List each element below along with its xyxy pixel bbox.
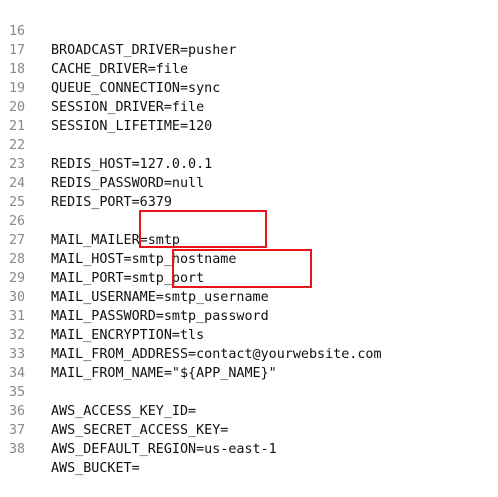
code-text[interactable]: MAIL_PASSWORD=smtp_password: [51, 307, 269, 326]
code-line-18[interactable]: 18 QUEUE_CONNECTION=sync: [0, 41, 220, 96]
code-line-28[interactable]: 28 MAIL_PORT=smtp_port: [0, 231, 204, 286]
code-line-31[interactable]: 31 MAIL_ENCRYPTION=tls: [0, 288, 204, 343]
code-line-25[interactable]: 25: [0, 174, 32, 210]
code-line-30[interactable]: 30 MAIL_PASSWORD=smtp_password: [0, 269, 269, 324]
code-line-36[interactable]: 36 AWS_SECRET_ACCESS_KEY=: [0, 383, 228, 438]
code-text[interactable]: QUEUE_CONNECTION=sync: [51, 79, 220, 98]
code-line-23[interactable]: 23 REDIS_PASSWORD=null: [0, 136, 204, 191]
line-number: 38: [9, 442, 26, 457]
code-line-34[interactable]: 34: [0, 345, 32, 381]
code-line-22[interactable]: 22 REDIS_HOST=127.0.0.1: [0, 117, 212, 172]
code-line-17[interactable]: 17 CACHE_DRIVER=file: [0, 22, 188, 77]
code-text[interactable]: REDIS_HOST=127.0.0.1: [51, 155, 212, 174]
code-line-32[interactable]: 32 MAIL_FROM_ADDRESS=contact@yourwebsite…: [0, 307, 382, 362]
code-text[interactable]: BROADCAST_DRIVER=pusher: [51, 41, 236, 60]
code-line-24[interactable]: 24 REDIS_PORT=6379: [0, 155, 172, 210]
code-line-20[interactable]: 20 SESSION_LIFETIME=120: [0, 79, 212, 134]
code-text[interactable]: REDIS_PASSWORD=null: [51, 174, 204, 193]
code-editor[interactable]: 16 BROADCAST_DRIVER=pusher 17 CACHE_DRIV…: [0, 0, 498, 476]
code-text[interactable]: SESSION_DRIVER=file: [51, 98, 204, 117]
highlight-box-username-password: [172, 249, 312, 288]
code-text[interactable]: MAIL_USERNAME=smtp_username: [51, 288, 269, 307]
code-text[interactable]: CACHE_DRIVER=file: [51, 60, 188, 79]
highlight-box-host-port: [139, 210, 267, 248]
code-line-26[interactable]: 26 MAIL_MAILER=smtp: [0, 193, 180, 248]
code-line-33[interactable]: 33 MAIL_FROM_NAME="${APP_NAME}": [0, 326, 277, 381]
code-text[interactable]: AWS_SECRET_ACCESS_KEY=: [51, 421, 228, 440]
code-line-38[interactable]: 38 AWS_BUCKET=: [0, 421, 140, 476]
code-text[interactable]: MAIL_FROM_NAME="${APP_NAME}": [51, 364, 277, 383]
code-line-29[interactable]: 29 MAIL_USERNAME=smtp_username: [0, 250, 269, 305]
code-text[interactable]: MAIL_FROM_ADDRESS=contact@yourwebsite.co…: [51, 345, 382, 364]
code-text[interactable]: AWS_ACCESS_KEY_ID=: [51, 402, 196, 421]
code-line-19[interactable]: 19 SESSION_DRIVER=file: [0, 60, 204, 115]
code-line-37[interactable]: 37 AWS_DEFAULT_REGION=us-east-1: [0, 402, 277, 457]
code-text[interactable]: AWS_DEFAULT_REGION=us-east-1: [51, 440, 277, 459]
code-line-35[interactable]: 35 AWS_ACCESS_KEY_ID=: [0, 364, 196, 419]
code-text[interactable]: SESSION_LIFETIME=120: [51, 117, 212, 136]
code-line-27[interactable]: 27 MAIL_HOST=smtp_hostname: [0, 212, 236, 267]
code-text[interactable]: AWS_BUCKET=: [51, 459, 140, 478]
code-line-16[interactable]: 16 BROADCAST_DRIVER=pusher: [0, 3, 236, 58]
code-line-21[interactable]: 21: [0, 98, 32, 134]
code-text[interactable]: MAIL_ENCRYPTION=tls: [51, 326, 204, 345]
